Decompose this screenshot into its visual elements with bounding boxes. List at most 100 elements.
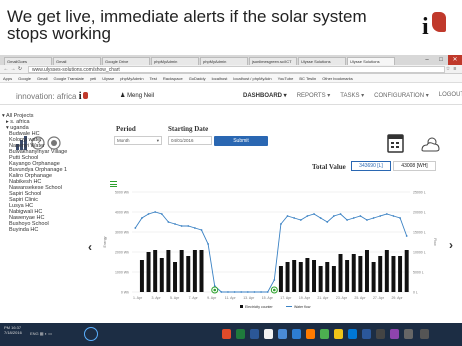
bookmark-item[interactable]: yeti: [90, 76, 96, 81]
settings-icon[interactable]: [376, 329, 385, 339]
submit-button[interactable]: Submit: [214, 136, 268, 146]
folder-icon[interactable]: [334, 329, 343, 339]
bar-electricity: [179, 250, 184, 292]
point-water-flow: [286, 215, 289, 217]
edge-icon[interactable]: [292, 329, 301, 339]
bookmark-item[interactable]: Gmail: [37, 76, 47, 81]
bookmark-item[interactable]: BC Teslin: [299, 76, 316, 81]
bookmark-item[interactable]: Ulysse: [102, 76, 114, 81]
x-tick-label: 15. Apr: [262, 296, 274, 300]
bookmark-item[interactable]: GoDaddy: [189, 76, 206, 81]
bookmark-item[interactable]: Test: [150, 76, 157, 81]
browser-tab[interactable]: phpMyAdmin: [151, 57, 199, 65]
y-axis-label-right: Flow: [433, 238, 437, 246]
excel-icon[interactable]: [236, 329, 245, 339]
window-controls: – □ ✕: [420, 55, 462, 65]
windows-icon[interactable]: [420, 329, 429, 339]
bar-electricity: [331, 266, 336, 292]
point-water-flow: [299, 219, 302, 221]
x-tick-label: 17. Apr: [280, 296, 292, 300]
point-water-flow: [253, 291, 256, 293]
chrome-icon[interactable]: [320, 329, 329, 339]
minimize-icon[interactable]: –: [420, 55, 434, 65]
outlook-icon[interactable]: [362, 329, 371, 339]
bar-electricity: [351, 254, 356, 292]
bookmark-item[interactable]: Other bookmarks: [322, 76, 353, 81]
browser-tab[interactable]: Ulysse Solutions: [347, 57, 395, 65]
period-label: Period: [116, 125, 136, 133]
point-water-flow: [405, 235, 408, 237]
x-tick-label: 25. Apr: [354, 296, 366, 300]
menu-item-tasks[interactable]: TASKS ▾: [340, 92, 364, 99]
bookmark-item[interactable]: Apps: [3, 76, 12, 81]
menu-item-configuration[interactable]: CONFIGURATION ▾: [374, 92, 429, 99]
menu-item-dashboard[interactable]: DASHBOARD ▾: [243, 92, 287, 99]
bookmark-item[interactable]: localhost: [212, 76, 228, 81]
brand-text: innovation: africa: [16, 92, 77, 101]
browser-tab[interactable]: Google Drive: [102, 57, 150, 65]
bookmark-item[interactable]: Google: [18, 76, 31, 81]
forward-icon[interactable]: →: [10, 66, 16, 72]
point-water-flow: [392, 215, 395, 217]
onenote-icon[interactable]: [390, 329, 399, 339]
close-icon[interactable]: ✕: [448, 55, 462, 65]
weather-icon[interactable]: [421, 137, 440, 152]
browser-tab[interactable]: Ulysse Solutions: [298, 57, 346, 65]
bar-electricity: [192, 250, 197, 292]
widget-icons: [387, 134, 440, 153]
user-name[interactable]: ♟ Meng Neil: [120, 92, 154, 99]
browser-tab[interactable]: phpMyAdmin: [200, 57, 248, 65]
menu-icon[interactable]: ≡: [452, 66, 458, 72]
bar-electricity: [325, 262, 330, 292]
africa-icon: [82, 92, 88, 99]
next-arrow-icon[interactable]: ›: [449, 238, 453, 252]
url-input[interactable]: www.ulysses-solutions.com/show_chart: [28, 65, 445, 73]
period-select[interactable]: Month ▾: [114, 136, 162, 145]
network-icon[interactable]: ▦: [40, 331, 44, 336]
bookmark-item[interactable]: localhost / phpMyAdn: [233, 76, 271, 81]
browser-tab[interactable]: jsonlimesgreen.sc/ICT: [249, 57, 297, 65]
powerpoint-icon[interactable]: [222, 329, 231, 339]
x-tick-label: 29. Apr: [391, 296, 403, 300]
battery-icon[interactable]: ▭: [48, 331, 52, 336]
bar-electricity: [278, 266, 283, 292]
prev-arrow-icon[interactable]: ‹: [88, 240, 92, 254]
brand[interactable]: innovation: africa i: [16, 91, 88, 102]
browser-tab[interactable]: Gmail: [53, 57, 101, 65]
notepad-icon[interactable]: [264, 329, 273, 339]
search-icon[interactable]: [404, 329, 413, 339]
volume-icon[interactable]: ◐: [45, 331, 47, 336]
legend-label-electricity[interactable]: Electricity counter: [245, 305, 273, 309]
main-menu: DASHBOARD ▾ REPORTS ▾ TASKS ▾ CONFIGURATION…: [243, 92, 462, 99]
calendar-icon[interactable]: [387, 134, 404, 153]
back-icon[interactable]: ←: [3, 66, 9, 72]
store-icon[interactable]: [348, 329, 357, 339]
legend-label-water[interactable]: Water flow: [294, 305, 311, 309]
bookmark-item[interactable]: phpMyAdmin: [120, 76, 143, 81]
maximize-icon[interactable]: □: [434, 55, 448, 65]
bar-electricity: [305, 258, 310, 292]
tree-item-site[interactable]: Buyinda HC: [0, 227, 78, 233]
reload-icon[interactable]: ↻: [17, 66, 23, 72]
point-water-flow: [339, 213, 342, 215]
bar-electricity: [398, 256, 403, 292]
bookmark-item[interactable]: Google Translate: [53, 76, 83, 81]
word-icon[interactable]: [250, 329, 259, 339]
right-tick-label: 0 L: [413, 291, 418, 295]
skype-icon[interactable]: [278, 329, 287, 339]
point-water-flow: [187, 225, 190, 227]
bar-electricity: [345, 260, 350, 292]
browser-tab[interactable]: GmailGoes: [4, 57, 52, 65]
total-value-label: Total Value: [312, 163, 346, 171]
bookmark-item[interactable]: Rackspace: [163, 76, 183, 81]
bar-electricity: [159, 258, 164, 292]
menu-item-reports[interactable]: REPORTS ▾: [297, 92, 331, 99]
point-water-flow: [160, 213, 163, 215]
start-button[interactable]: [84, 327, 98, 341]
firefox-icon[interactable]: [306, 329, 315, 339]
bookmark-item[interactable]: YouTube: [278, 76, 294, 81]
menu-item-logout[interactable]: LOGOUT: [439, 92, 462, 99]
address-bar: ← → ↻ www.ulysses-solutions.com/show_cha…: [0, 65, 462, 74]
start-date-input[interactable]: 04/01/2016: [168, 136, 212, 145]
star-icon[interactable]: ☆: [445, 66, 451, 72]
